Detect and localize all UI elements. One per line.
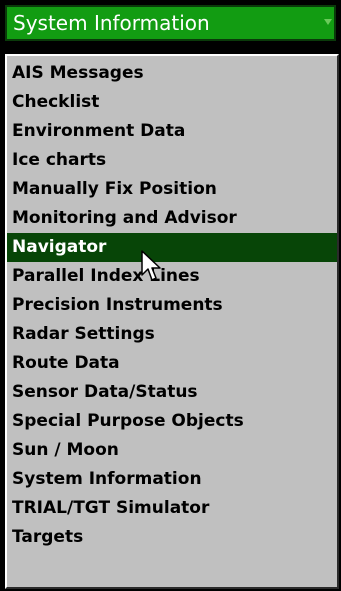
list-item[interactable]: Checklist (7, 88, 337, 117)
list-item[interactable]: Radar Settings (7, 320, 337, 349)
list-item[interactable]: Precision Instruments (7, 291, 337, 320)
list-item[interactable]: Route Data (7, 349, 337, 378)
page-selector-label: System Information (13, 11, 210, 35)
list-item[interactable]: Sun / Moon (7, 436, 337, 465)
chevron-down-icon[interactable] (324, 19, 332, 25)
list-item[interactable]: AIS Messages (7, 59, 337, 88)
list-item[interactable]: TRIAL/TGT Simulator (7, 494, 337, 523)
list-item[interactable]: Ice charts (7, 146, 337, 175)
list-item[interactable]: Environment Data (7, 117, 337, 146)
list-item[interactable]: Manually Fix Position (7, 175, 337, 204)
page-options-list: AIS Messages Checklist Environment Data … (5, 54, 339, 589)
list-item[interactable]: Parallel Index Lines (7, 262, 337, 291)
page-selector-dropdown[interactable]: System Information (5, 5, 336, 41)
list-item[interactable]: Monitoring and Advisor (7, 204, 337, 233)
system-info-menu: System Information AIS Messages Checklis… (0, 0, 341, 591)
list-item-selected[interactable]: Navigator (7, 233, 337, 262)
list-item[interactable]: System Information (7, 465, 337, 494)
list-item[interactable]: Sensor Data/Status (7, 378, 337, 407)
list-item[interactable]: Special Purpose Objects (7, 407, 337, 436)
list-item[interactable]: Targets (7, 523, 337, 552)
